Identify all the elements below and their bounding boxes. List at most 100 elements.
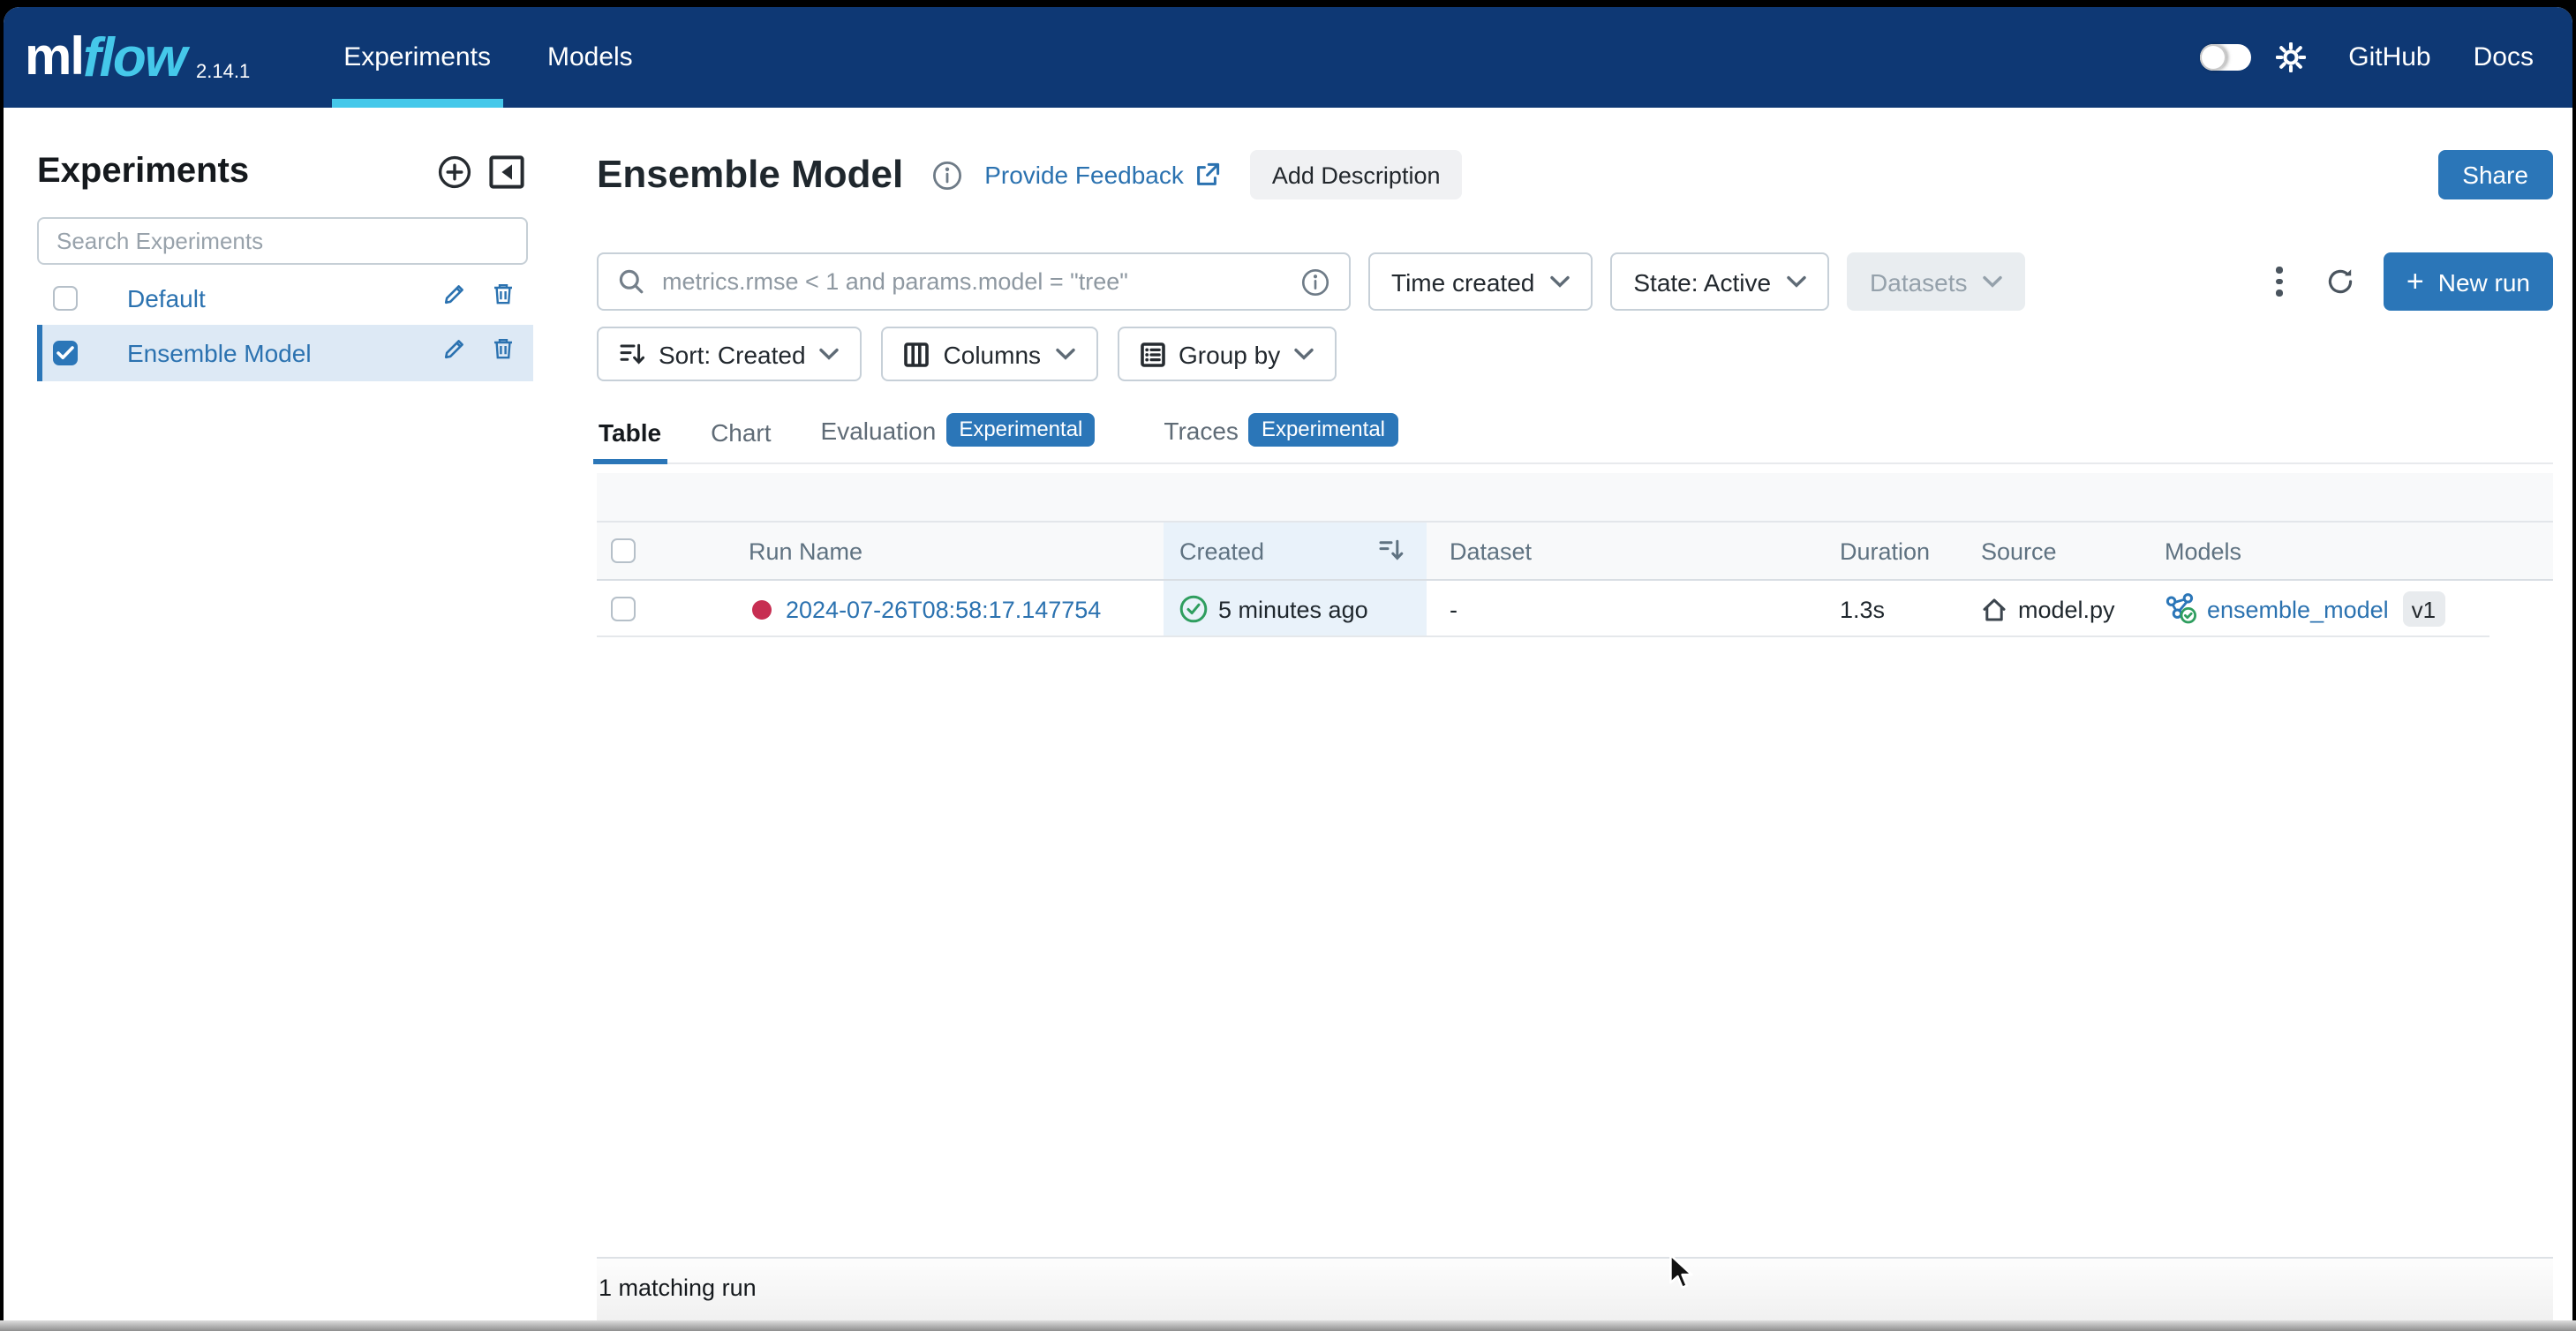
run-actions: + New run	[2266, 252, 2553, 311]
add-description-button[interactable]: Add Description	[1251, 150, 1462, 199]
row-checkbox[interactable]	[611, 597, 636, 621]
datasets-dropdown[interactable]: Datasets	[1847, 252, 2026, 311]
sort-descending-icon[interactable]	[1379, 538, 1404, 567]
columns-label: Columns	[944, 340, 1042, 368]
header-models[interactable]: Models	[2165, 523, 2553, 579]
run-table-row[interactable]: 2024-07-26T08:58:17.147754 5 minutes ago…	[597, 581, 2553, 637]
header-select-all-cell	[597, 523, 749, 579]
models-cell: ensemble_model v1	[2165, 581, 2553, 637]
select-all-checkbox[interactable]	[611, 538, 636, 563]
time-created-dropdown[interactable]: Time created	[1368, 252, 1593, 311]
matching-run-count: 1 matching run	[599, 1275, 2553, 1301]
tab-evaluation[interactable]: Evaluation Experimental	[819, 413, 1097, 462]
state-dropdown[interactable]: State: Active	[1610, 252, 1829, 311]
registered-model-icon	[2165, 593, 2198, 625]
group-by-label: Group by	[1179, 340, 1280, 368]
provide-feedback-label: Provide Feedback	[984, 161, 1184, 189]
delete-trash-icon[interactable]	[493, 337, 514, 369]
more-options-kebab-icon[interactable]	[2266, 260, 2294, 304]
plus-icon: +	[2407, 266, 2424, 296]
columns-icon	[905, 342, 930, 366]
logo-ml: ml	[25, 27, 83, 87]
sort-dropdown[interactable]: Sort: Created	[597, 327, 862, 381]
provide-feedback-link[interactable]: Provide Feedback	[984, 161, 1221, 189]
experiment-list: Default	[4, 272, 572, 381]
theme-toggle[interactable]	[2200, 44, 2251, 71]
share-button[interactable]: Share	[2437, 150, 2553, 199]
tab-traces[interactable]: Traces Experimental	[1162, 413, 1399, 462]
runs-search-box	[597, 252, 1351, 311]
experiment-item-default[interactable]: Default	[37, 272, 533, 325]
external-link-icon	[1196, 162, 1221, 187]
nav-tab-models[interactable]: Models	[542, 7, 638, 108]
header-duration[interactable]: Duration	[1840, 523, 1981, 579]
github-link[interactable]: GitHub	[2348, 42, 2430, 72]
finished-check-icon	[1179, 595, 1208, 623]
home-source-icon	[1981, 596, 2007, 622]
docs-link[interactable]: Docs	[2474, 42, 2534, 72]
rename-pencil-icon[interactable]	[443, 282, 466, 314]
chevron-down-icon	[1294, 348, 1314, 360]
experiment-checkbox-checked[interactable]	[53, 341, 78, 365]
collapse-sidebar-icon[interactable]	[489, 155, 524, 198]
group-by-dropdown[interactable]: Group by	[1117, 327, 1337, 381]
experiment-actions	[443, 337, 514, 369]
header-created[interactable]: Created	[1164, 523, 1427, 579]
chevron-down-icon	[820, 348, 840, 360]
table-footer: 1 matching run	[597, 1257, 2553, 1320]
columns-dropdown[interactable]: Columns	[882, 327, 1098, 381]
experimental-badge: Experimental	[1249, 413, 1397, 447]
experiment-link[interactable]: Default	[127, 284, 206, 312]
query-info-icon[interactable]	[1301, 267, 1329, 296]
run-status-dot	[752, 599, 772, 619]
nav-tab-experiments[interactable]: Experiments	[338, 7, 496, 108]
header-source[interactable]: Source	[1981, 523, 2165, 579]
view-tabs: Table Chart Evaluation Experimental Trac…	[597, 413, 2553, 464]
chevron-down-icon	[1055, 348, 1074, 360]
app-window: ml flow 2.14.1 Experiments Models GitHub…	[4, 7, 2572, 1320]
tab-chart[interactable]: Chart	[709, 418, 772, 462]
experiment-actions	[443, 282, 514, 314]
state-label: State: Active	[1633, 267, 1771, 296]
run-name-cell: 2024-07-26T08:58:17.147754	[749, 581, 1164, 637]
row-select-cell	[597, 581, 749, 637]
tab-label: Table	[599, 418, 661, 447]
screen: ml flow 2.14.1 Experiments Models GitHub…	[0, 0, 2576, 1331]
add-experiment-icon[interactable]	[438, 155, 471, 198]
datasets-label: Datasets	[1870, 267, 1968, 296]
page-title: Ensemble Model	[597, 152, 903, 198]
navbar-right: GitHub Docs	[2200, 42, 2534, 72]
sort-icon	[620, 342, 644, 365]
experiment-item-ensemble-model[interactable]: Ensemble Model	[37, 325, 533, 381]
tab-label: Traces	[1164, 416, 1239, 444]
new-run-button[interactable]: + New run	[2384, 252, 2553, 311]
tab-table[interactable]: Table	[597, 418, 663, 462]
chevron-down-icon	[1984, 275, 2003, 288]
mlflow-logo[interactable]: ml flow 2.14.1	[25, 27, 250, 87]
version-label: 2.14.1	[196, 61, 250, 82]
model-version-badge: v1	[2403, 591, 2444, 627]
header-run-name[interactable]: Run Name	[749, 523, 1164, 579]
experiments-sidebar: Experiments Default	[4, 108, 572, 1320]
experiment-checkbox[interactable]	[53, 286, 78, 311]
delete-trash-icon[interactable]	[493, 282, 514, 314]
sidebar-title: Experiments	[37, 152, 249, 192]
header-dataset[interactable]: Dataset	[1427, 523, 1840, 579]
refresh-icon[interactable]	[2325, 267, 2355, 297]
search-experiments-input[interactable]	[37, 217, 528, 265]
model-link[interactable]: ensemble_model	[2207, 596, 2389, 622]
table-controls-row: Sort: Created Columns	[597, 327, 2553, 381]
rename-pencil-icon[interactable]	[443, 337, 466, 369]
runs-table-toolbar	[597, 473, 2553, 523]
settings-gear-icon[interactable]	[2276, 42, 2306, 72]
filter-row: Time created State: Active Datasets	[597, 252, 2553, 311]
experiment-header: Ensemble Model Provide Feedback Add Desc…	[597, 150, 2553, 199]
runs-filter-input[interactable]	[659, 267, 1301, 297]
group-by-icon	[1140, 342, 1164, 366]
run-name-link[interactable]: 2024-07-26T08:58:17.147754	[786, 596, 1101, 622]
source-value: model.py	[2018, 596, 2115, 622]
info-icon[interactable]	[931, 160, 961, 190]
source-cell: model.py	[1981, 581, 2165, 637]
runs-table-header: Run Name Created Dataset Duration Source…	[597, 523, 2553, 581]
experiment-link[interactable]: Ensemble Model	[127, 339, 312, 367]
